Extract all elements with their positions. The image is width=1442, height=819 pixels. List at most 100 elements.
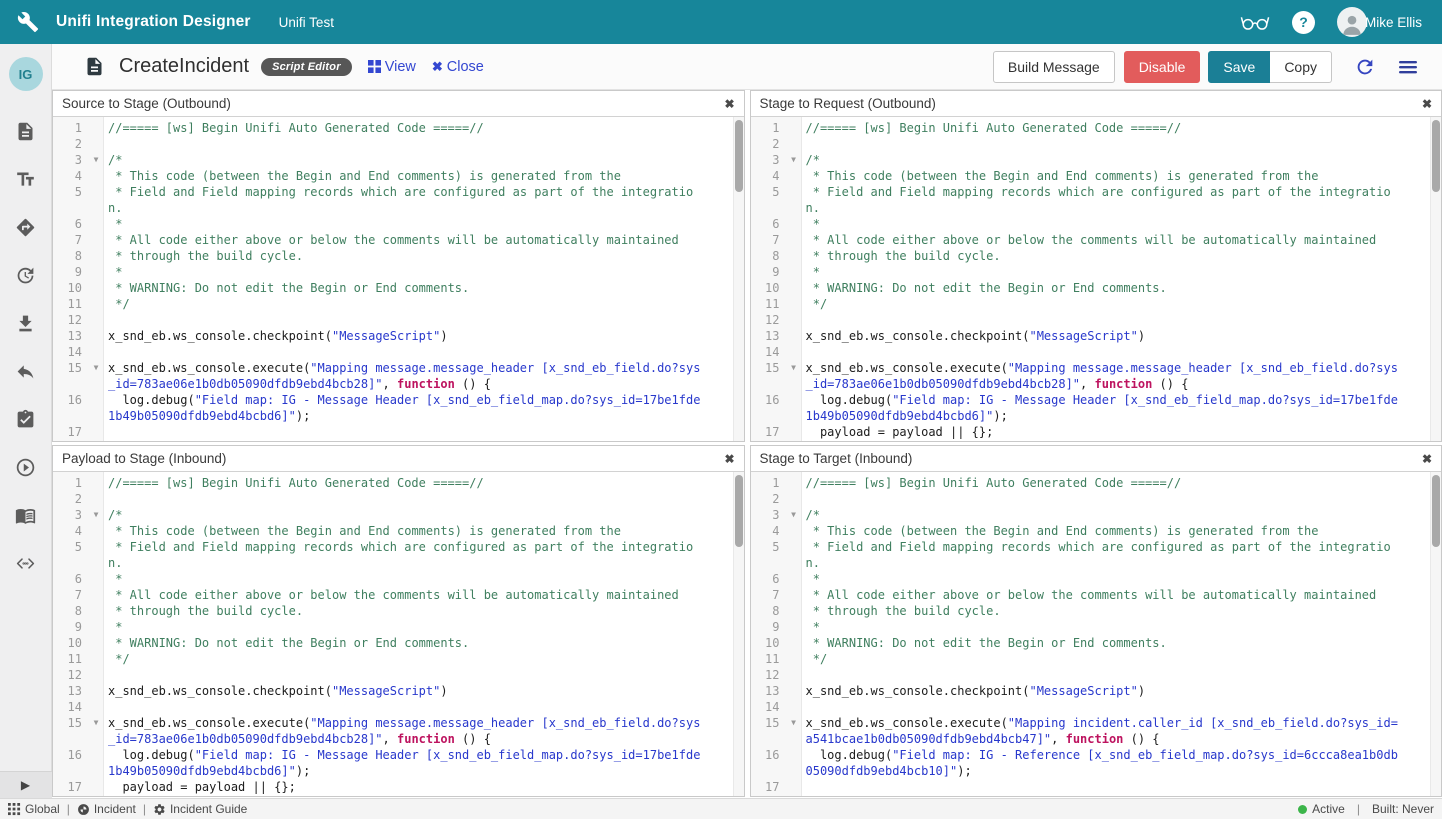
code-line[interactable]: //===== [ws] Begin Unifi Auto Generated … xyxy=(103,475,744,491)
clipboard-check-icon[interactable] xyxy=(0,395,52,443)
fold-arrow-icon[interactable]: ▼ xyxy=(89,152,103,168)
code-line[interactable]: //===== [ws] Begin Unifi Auto Generated … xyxy=(801,475,1442,491)
fold-arrow-icon[interactable]: ▼ xyxy=(787,715,801,747)
code-line[interactable]: * WARNING: Do not edit the Begin or End … xyxy=(801,280,1442,296)
code-line[interactable] xyxy=(103,424,744,440)
code-editor[interactable]: 1//===== [ws] Begin Unifi Auto Generated… xyxy=(751,117,1442,441)
code-line[interactable] xyxy=(801,667,1442,683)
code-line[interactable] xyxy=(801,779,1442,795)
refresh-icon[interactable] xyxy=(1354,56,1376,78)
code-line[interactable]: * xyxy=(801,619,1442,635)
sidebar-expand-button[interactable]: ▶ xyxy=(0,771,52,798)
play-circle-icon[interactable] xyxy=(0,443,52,491)
code-line[interactable]: * Field and Field mapping records which … xyxy=(103,184,744,216)
code-line[interactable]: /* xyxy=(801,152,1442,168)
code-line[interactable]: * All code either above or below the com… xyxy=(103,587,744,603)
code-line[interactable]: var default_value = (function () { xyxy=(801,795,1442,796)
code-line[interactable] xyxy=(103,136,744,152)
scrollbar-thumb[interactable] xyxy=(735,120,743,192)
document-icon[interactable] xyxy=(0,107,52,155)
code-editor[interactable]: 1//===== [ws] Begin Unifi Auto Generated… xyxy=(53,472,744,796)
code-editor[interactable]: 1//===== [ws] Begin Unifi Auto Generated… xyxy=(53,117,744,441)
scrollbar-thumb[interactable] xyxy=(1432,475,1440,547)
code-icon[interactable] xyxy=(0,539,52,587)
help-button[interactable]: ? xyxy=(1292,11,1315,34)
code-line[interactable]: * through the build cycle. xyxy=(801,248,1442,264)
code-line[interactable]: /* xyxy=(103,507,744,523)
glasses-icon[interactable] xyxy=(1240,12,1270,32)
code-line[interactable]: * through the build cycle. xyxy=(103,248,744,264)
code-line[interactable]: */ xyxy=(801,296,1442,312)
code-line[interactable]: x_snd_eb.ws_console.checkpoint("MessageS… xyxy=(103,683,744,699)
code-line[interactable]: //===== [ws] Begin Unifi Auto Generated … xyxy=(801,120,1442,136)
scope-global[interactable]: Global xyxy=(8,802,60,816)
code-line[interactable]: */ xyxy=(103,296,744,312)
vertical-scrollbar[interactable] xyxy=(1430,472,1441,796)
code-line[interactable]: * Field and Field mapping records which … xyxy=(801,539,1442,571)
code-line[interactable]: /* xyxy=(801,507,1442,523)
fold-arrow-icon[interactable]: ▼ xyxy=(89,360,103,392)
code-line[interactable]: * xyxy=(103,216,744,232)
scrollbar-thumb[interactable] xyxy=(735,475,743,547)
panel-close-icon[interactable]: ✖ xyxy=(1422,453,1432,465)
code-line[interactable]: * xyxy=(103,619,744,635)
vertical-scrollbar[interactable] xyxy=(733,472,744,796)
code-line[interactable]: * This code (between the Begin and End c… xyxy=(801,523,1442,539)
fold-arrow-icon[interactable]: ▼ xyxy=(787,152,801,168)
code-line[interactable]: x_snd_eb.ws_console.checkpoint("MessageS… xyxy=(801,683,1442,699)
disable-button[interactable]: Disable xyxy=(1124,51,1201,83)
code-line[interactable] xyxy=(103,491,744,507)
copy-button[interactable]: Copy xyxy=(1270,51,1332,83)
code-line[interactable]: * through the build cycle. xyxy=(801,603,1442,619)
scrollbar-thumb[interactable] xyxy=(1432,120,1440,192)
code-line[interactable] xyxy=(801,136,1442,152)
code-line[interactable]: payload.message = payload.message || {}; xyxy=(801,440,1442,441)
code-line[interactable]: x_snd_eb.ws_console.execute("Mapping mes… xyxy=(103,360,744,392)
code-line[interactable]: * This code (between the Begin and End c… xyxy=(801,168,1442,184)
code-line[interactable]: * xyxy=(801,571,1442,587)
code-line[interactable]: * WARNING: Do not edit the Begin or End … xyxy=(103,280,744,296)
code-line[interactable]: payload = payload || {}; xyxy=(103,779,744,795)
code-line[interactable] xyxy=(801,699,1442,715)
code-line[interactable]: * This code (between the Begin and End c… xyxy=(103,523,744,539)
code-line[interactable]: payload = payload || {}; xyxy=(801,424,1442,440)
history-icon[interactable] xyxy=(0,251,52,299)
code-line[interactable] xyxy=(103,344,744,360)
code-line[interactable]: log.debug("Field map: IG - Message Heade… xyxy=(801,392,1442,424)
fold-arrow-icon[interactable]: ▼ xyxy=(787,795,801,796)
code-line[interactable]: * Field and Field mapping records which … xyxy=(103,539,744,571)
code-line[interactable]: * All code either above or below the com… xyxy=(801,232,1442,248)
code-line[interactable]: var default_value = (function () { xyxy=(103,440,744,441)
code-line[interactable]: * WARNING: Do not edit the Begin or End … xyxy=(103,635,744,651)
code-line[interactable]: * Field and Field mapping records which … xyxy=(801,184,1442,216)
code-line[interactable] xyxy=(103,699,744,715)
scope-incident[interactable]: Incident xyxy=(77,802,136,816)
panel-close-icon[interactable]: ✖ xyxy=(724,98,734,110)
panel-close-icon[interactable]: ✖ xyxy=(1422,98,1432,110)
code-line[interactable]: * All code either above or below the com… xyxy=(103,232,744,248)
fold-arrow-icon[interactable]: ▼ xyxy=(89,440,103,441)
user-menu[interactable]: Mike Ellis xyxy=(1337,7,1422,37)
text-fields-icon[interactable] xyxy=(0,155,52,203)
view-button[interactable]: View xyxy=(368,59,416,75)
code-line[interactable]: log.debug("Field map: IG - Reference [x_… xyxy=(801,747,1442,779)
code-line[interactable] xyxy=(103,667,744,683)
vertical-scrollbar[interactable] xyxy=(1430,117,1441,441)
code-line[interactable]: payload.message = payload.message || {}; xyxy=(103,795,744,796)
code-line[interactable]: * This code (between the Begin and End c… xyxy=(103,168,744,184)
scope-incident-guide[interactable]: Incident Guide xyxy=(153,802,247,816)
code-line[interactable]: x_snd_eb.ws_console.checkpoint("MessageS… xyxy=(801,328,1442,344)
integration-avatar[interactable]: IG xyxy=(9,57,43,91)
code-line[interactable] xyxy=(801,344,1442,360)
code-line[interactable]: * xyxy=(103,264,744,280)
code-line[interactable]: x_snd_eb.ws_console.execute("Mapping mes… xyxy=(103,715,744,747)
code-editor[interactable]: 1//===== [ws] Begin Unifi Auto Generated… xyxy=(751,472,1442,796)
code-line[interactable] xyxy=(801,312,1442,328)
directions-icon[interactable] xyxy=(0,203,52,251)
code-line[interactable]: x_snd_eb.ws_console.execute("Mapping inc… xyxy=(801,715,1442,747)
code-line[interactable] xyxy=(801,491,1442,507)
undo-icon[interactable] xyxy=(0,347,52,395)
code-line[interactable]: x_snd_eb.ws_console.checkpoint("MessageS… xyxy=(103,328,744,344)
code-line[interactable]: /* xyxy=(103,152,744,168)
code-line[interactable]: */ xyxy=(103,651,744,667)
